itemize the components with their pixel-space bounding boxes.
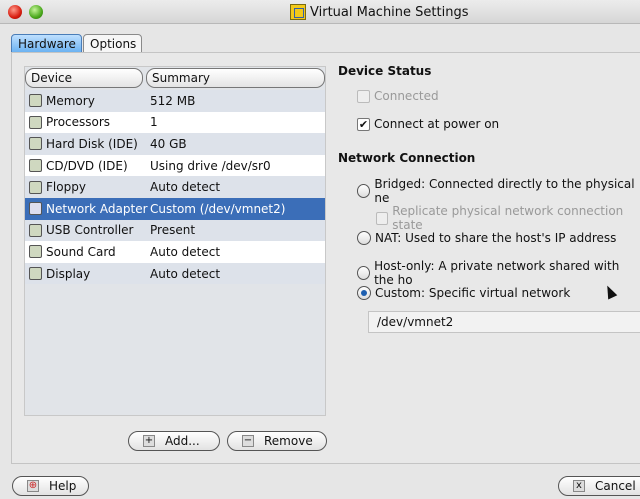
device-name: Hard Disk (IDE)	[46, 136, 138, 151]
device-summary: 40 GB	[150, 136, 187, 151]
add-device-button[interactable]: + Add...	[128, 431, 220, 451]
connected-label: Connected	[374, 89, 439, 103]
device-summary: Custom (/dev/vmnet2)	[150, 201, 286, 216]
remove-device-button[interactable]: − Remove	[227, 431, 327, 451]
nat-label: NAT: Used to share the host's IP address	[375, 231, 617, 245]
connect-power-on-checkbox[interactable]: ✔ Connect at power on	[357, 117, 499, 131]
network-icon	[29, 202, 42, 216]
device-row-usb-controller[interactable]: USB Controller Present	[25, 219, 325, 242]
device-row-floppy[interactable]: Floppy Auto detect	[25, 176, 325, 198]
title-bar: Virtual Machine Settings	[0, 0, 640, 24]
device-status-heading: Device Status	[338, 64, 432, 78]
device-summary: Auto detect	[150, 266, 221, 281]
remove-label: Remove	[264, 434, 313, 448]
floppy-icon	[29, 180, 42, 194]
processor-icon	[29, 115, 42, 129]
host-only-label: Host-only: A private network shared with…	[374, 259, 620, 287]
sound-icon	[29, 245, 42, 259]
network-connection-heading: Network Connection	[338, 151, 476, 165]
x-icon: x	[573, 480, 585, 492]
device-row-sound-card[interactable]: Sound Card Auto detect	[25, 241, 325, 263]
device-row-network-adapter[interactable]: Network Adapter Custom (/dev/vmnet2)	[25, 198, 325, 220]
device-row-memory[interactable]: Memory 512 MB	[25, 90, 325, 112]
custom-radio[interactable]: Custom: Specific virtual network	[357, 286, 570, 300]
device-row-processors[interactable]: Processors 1	[25, 111, 325, 134]
device-row-hard-disk-ide[interactable]: Hard Disk (IDE) 40 GB	[25, 133, 325, 155]
maximize-window-button[interactable]	[29, 5, 43, 19]
device-summary: Using drive /dev/sr0	[150, 158, 271, 173]
device-summary: 1	[150, 115, 158, 130]
checkbox-icon	[357, 89, 370, 103]
device-name: Network Adapter	[46, 201, 148, 216]
radio-icon	[357, 184, 371, 198]
close-window-button[interactable]	[8, 5, 22, 19]
custom-label: Custom: Specific virtual network	[375, 286, 571, 300]
column-header-summary[interactable]: Summary	[146, 68, 325, 88]
add-label: Add...	[165, 434, 200, 448]
vmware-app-icon	[290, 4, 306, 20]
device-name: Memory	[46, 93, 95, 108]
checkbox-icon	[376, 211, 389, 225]
nat-radio[interactable]: NAT: Used to share the host's IP address	[357, 231, 616, 245]
window-title: Virtual Machine Settings	[290, 4, 468, 20]
help-icon: ⊕	[27, 480, 39, 492]
host-only-radio[interactable]: Host-only: A private network shared with…	[357, 259, 640, 287]
device-name: Sound Card	[46, 244, 116, 259]
hard-disk-icon	[29, 137, 42, 151]
tab-options[interactable]: Options	[83, 34, 142, 53]
cancel-label: Cancel	[595, 479, 636, 493]
custom-network-select[interactable]: /dev/vmnet2	[368, 311, 640, 333]
replicate-label: Replicate physical network connection st…	[392, 204, 624, 232]
tab-hardware[interactable]: Hardware	[11, 34, 82, 53]
minus-icon: −	[242, 435, 254, 447]
device-summary: 512 MB	[150, 93, 196, 108]
help-button[interactable]: ⊕ Help	[12, 476, 89, 496]
replicate-checkbox[interactable]: Replicate physical network connection st…	[376, 204, 640, 232]
device-summary: Auto detect	[150, 180, 221, 195]
device-name: Processors	[46, 115, 111, 130]
usb-icon	[29, 223, 42, 237]
device-name: USB Controller	[46, 223, 134, 238]
device-summary: Auto detect	[150, 244, 221, 259]
connect-power-on-label: Connect at power on	[374, 117, 500, 131]
cancel-button[interactable]: x Cancel	[558, 476, 640, 496]
device-name: CD/DVD (IDE)	[46, 158, 128, 173]
checkbox-checked-icon: ✔	[357, 117, 370, 131]
window-title-text: Virtual Machine Settings	[310, 4, 469, 20]
display-icon	[29, 267, 42, 281]
device-row-cd-dvd-ide[interactable]: CD/DVD (IDE) Using drive /dev/sr0	[25, 154, 325, 177]
bridged-label: Bridged: Connected directly to the physi…	[374, 177, 635, 205]
memory-icon	[29, 94, 42, 108]
device-row-display[interactable]: Display Auto detect	[25, 262, 325, 285]
connected-checkbox[interactable]: Connected	[357, 89, 439, 103]
device-name: Display	[46, 266, 91, 281]
plus-icon: +	[143, 435, 155, 447]
device-summary: Present	[150, 223, 196, 238]
device-name: Floppy	[46, 180, 86, 195]
radio-icon	[357, 266, 371, 280]
help-label: Help	[49, 479, 77, 493]
column-header-device[interactable]: Device	[25, 68, 143, 88]
radio-selected-icon	[357, 286, 371, 300]
bridged-radio[interactable]: Bridged: Connected directly to the physi…	[357, 177, 640, 205]
cd-icon	[29, 159, 42, 173]
radio-icon	[357, 231, 371, 245]
